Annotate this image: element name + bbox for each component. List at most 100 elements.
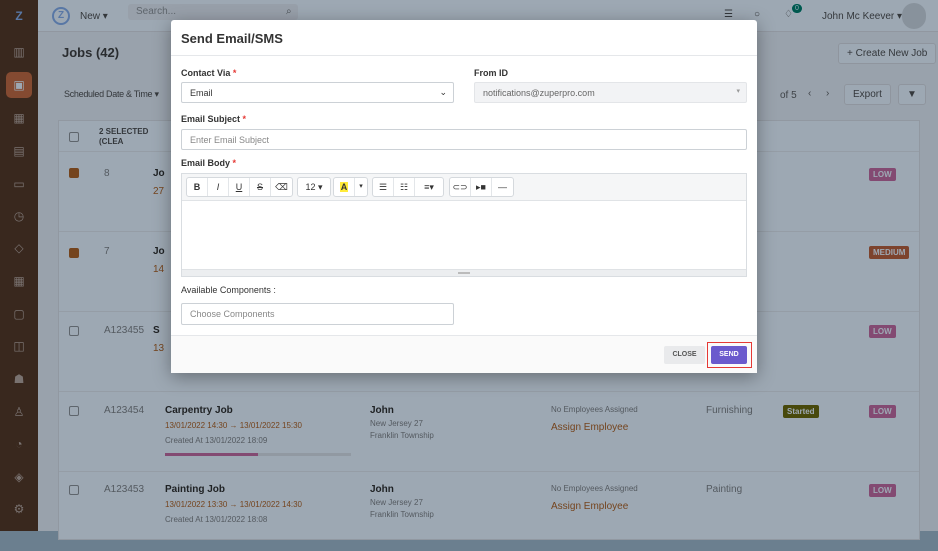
required-mark: * — [242, 114, 247, 124]
address-line: New Jersey 27 — [370, 498, 423, 507]
contact-via-label-text: Contact Via — [181, 68, 231, 78]
search-icon[interactable]: ⌕ — [286, 6, 292, 17]
assign-employee-link[interactable]: Assign Employee — [551, 422, 628, 433]
caret-down-icon: ▾ — [736, 88, 740, 95]
chat-icon[interactable]: ○ — [754, 9, 760, 20]
progress-bar — [165, 453, 351, 456]
numbered-list-icon[interactable]: ☷ — [394, 178, 415, 196]
strikethrough-icon[interactable]: S — [250, 178, 271, 196]
team-icon[interactable]: ☗ — [11, 371, 27, 387]
filter-icon[interactable]: ▼ — [898, 84, 926, 105]
close-button[interactable]: CLOSE — [664, 346, 705, 364]
next-page-button[interactable]: › — [826, 88, 829, 99]
new-menu[interactable]: New ▾ — [80, 11, 108, 22]
email-body-label-text: Email Body — [181, 158, 231, 168]
format-button-group: B I U S ⌫ — [186, 177, 293, 197]
history-icon[interactable]: ◔ — [11, 436, 27, 452]
assign-employee-link[interactable]: Assign Employee — [551, 501, 628, 512]
job-title[interactable]: Carpentry Job — [165, 405, 233, 416]
email-body-label: Email Body * — [181, 158, 236, 168]
job-date: 13/01/2022 13:30 → 13/01/2022 14:30 — [165, 500, 303, 509]
customer-name: John — [370, 405, 394, 416]
align-dropdown-icon[interactable]: ≡▾ — [415, 178, 443, 196]
highlight-color-icon[interactable]: A — [334, 178, 355, 196]
send-button[interactable]: SEND — [711, 346, 747, 364]
document-icon[interactable]: ▤ — [11, 143, 27, 159]
row-checkbox[interactable] — [69, 485, 79, 495]
prev-page-button[interactable]: ‹ — [808, 88, 811, 99]
list-icon[interactable]: ☰ — [724, 9, 733, 20]
calendar-icon[interactable]: ▦ — [11, 110, 27, 126]
priority-badge: LOW — [869, 484, 896, 497]
row-checkbox[interactable] — [69, 168, 79, 178]
row-checkbox[interactable] — [69, 326, 79, 336]
contact-via-value: Email — [190, 88, 213, 98]
created-at: Created At 13/01/2022 18:09 — [165, 436, 268, 445]
job-title[interactable]: Jo — [153, 246, 165, 257]
table-row[interactable]: A123453 Painting Job 13/01/2022 13:30 → … — [59, 471, 919, 551]
logo-icon: Z — [15, 9, 23, 23]
horizontal-rule-icon[interactable]: — — [492, 178, 513, 196]
eraser-icon[interactable]: ⌫ — [271, 178, 292, 196]
color-button-group: A ▾ — [333, 177, 368, 197]
row-checkbox[interactable] — [69, 406, 79, 416]
send-email-modal: Send Email/SMS Contact Via * Email ⌄ From… — [171, 20, 757, 373]
email-body-textarea[interactable] — [182, 201, 746, 269]
modal-footer: CLOSE SEND — [171, 335, 757, 373]
create-new-job-button[interactable]: + Create New Job — [838, 43, 937, 64]
progress-fill — [165, 453, 258, 456]
job-title[interactable]: Painting Job — [165, 484, 225, 495]
font-size-dropdown[interactable]: 12 ▾ — [298, 178, 330, 196]
clock-icon[interactable]: ◷ — [11, 208, 27, 224]
italic-icon[interactable]: I — [208, 178, 229, 196]
components-input[interactable]: Choose Components — [181, 303, 454, 325]
settings-icon[interactable]: ⚙ — [11, 501, 27, 517]
box-icon[interactable]: ◫ — [11, 338, 27, 354]
row-checkbox[interactable] — [69, 248, 79, 258]
link-icon[interactable]: ⊂⊃ — [450, 178, 471, 196]
resize-grip-icon — [458, 272, 470, 274]
user-menu[interactable]: John Mc Keever ▾ — [822, 11, 902, 22]
address-line: New Jersey 27 — [370, 419, 423, 428]
email-subject-label-text: Email Subject — [181, 114, 241, 124]
avatar[interactable] — [902, 3, 926, 29]
chevron-down-icon: ⌄ — [439, 87, 447, 97]
bullet-list-icon[interactable]: ☰ — [373, 178, 394, 196]
book-icon[interactable]: ▭ — [11, 176, 27, 192]
video-icon[interactable]: ▸■ — [471, 178, 492, 196]
email-subject-input[interactable]: Enter Email Subject — [181, 129, 747, 150]
tag-icon[interactable]: ◇ — [11, 240, 27, 256]
layers-icon[interactable]: ◈ — [11, 469, 27, 485]
bold-icon[interactable]: B — [187, 178, 208, 196]
notification-badge: 0 — [792, 4, 802, 13]
address-line: Franklin Township — [370, 431, 434, 440]
select-all-checkbox[interactable] — [69, 132, 79, 142]
page-title: Jobs (42) — [62, 45, 120, 60]
date-filter-dropdown[interactable]: Scheduled Date & Time ▾ — [64, 89, 159, 100]
address-line: Franklin Township — [370, 510, 434, 519]
underline-icon[interactable]: U — [229, 178, 250, 196]
job-id: A123453 — [104, 484, 145, 495]
dashboard-icon[interactable]: ▥ — [11, 44, 27, 60]
from-id-select[interactable]: notifications@zuperpro.com ▾ — [474, 82, 747, 103]
export-button[interactable]: Export — [844, 84, 891, 105]
insert-button-group: ⊂⊃ ▸■ — — [449, 177, 514, 197]
employees-text: No Employees Assigned — [551, 484, 638, 493]
grid-icon[interactable]: ▦ — [11, 273, 27, 289]
table-row[interactable]: A123454 Carpentry Job 13/01/2022 14:30 →… — [59, 391, 919, 471]
email-subject-label: Email Subject * — [181, 114, 246, 124]
job-date: 13/01/2022 14:30 → 13/01/2022 15:30 — [165, 421, 303, 430]
priority-badge: LOW — [869, 405, 896, 418]
resize-handle[interactable] — [182, 269, 746, 276]
search-input[interactable]: Search... — [128, 4, 298, 20]
jobs-icon: ▣ — [13, 78, 25, 92]
priority-badge: LOW — [869, 168, 896, 181]
folder-icon[interactable]: ▢ — [11, 306, 27, 322]
user-icon[interactable]: ♙ — [11, 404, 27, 420]
customer-name: John — [370, 484, 394, 495]
color-dropdown-icon[interactable]: ▾ — [355, 178, 367, 196]
contact-via-select[interactable]: Email ⌄ — [181, 82, 454, 103]
job-title[interactable]: S — [153, 325, 160, 336]
priority-badge: MEDIUM — [869, 246, 910, 259]
job-title[interactable]: Jo — [153, 168, 165, 179]
